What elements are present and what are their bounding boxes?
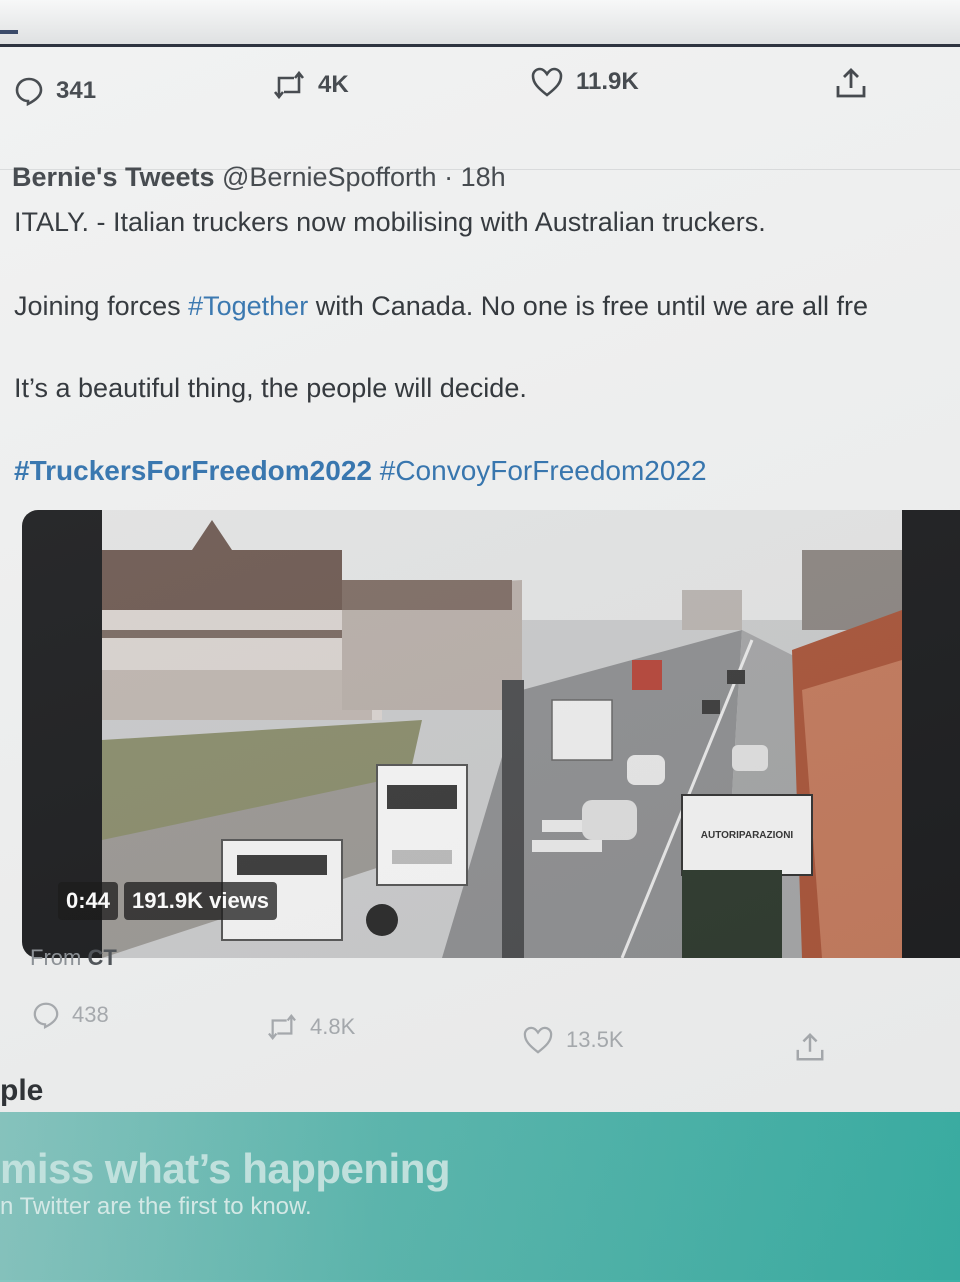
- like-icon: [523, 1026, 553, 1054]
- share-icon: [836, 68, 866, 98]
- reply-count: 438: [72, 1002, 109, 1027]
- author-handle[interactable]: @BernieSpofforth: [222, 162, 437, 192]
- tweet-text-line-3: It’s a beautiful thing, the people will …: [14, 373, 527, 403]
- like-button[interactable]: 13.5K: [522, 1025, 624, 1055]
- like-count: 13.5K: [566, 1027, 624, 1052]
- from-source[interactable]: CT: [87, 945, 116, 970]
- like-count: 11.9K: [576, 68, 639, 95]
- tweet-time[interactable]: 18h: [461, 162, 506, 192]
- reply-button[interactable]: 438: [32, 1001, 109, 1029]
- retweet-button[interactable]: 4.8K: [266, 1013, 355, 1041]
- retweet-button[interactable]: 4K: [272, 70, 349, 100]
- share-button[interactable]: [834, 66, 868, 100]
- share-button[interactable]: [794, 1031, 826, 1063]
- reply-count: 341: [56, 77, 97, 104]
- reply-icon: [15, 77, 43, 106]
- reply-icon: [33, 1002, 59, 1029]
- retweet-icon: [268, 1014, 296, 1040]
- retweet-count: 4.8K: [310, 1014, 356, 1039]
- banner-subtitle: n Twitter are the first to know.: [0, 1193, 312, 1220]
- from-label: From: [30, 945, 82, 970]
- line2-suffix: with Canada. No one is free until we are…: [308, 291, 868, 321]
- section-heading-fragment: ple: [0, 1074, 44, 1107]
- truck-middle: [376, 764, 468, 886]
- line2-prefix: Joining forces: [14, 291, 189, 321]
- like-icon: [531, 67, 563, 97]
- video-player[interactable]: AUTORIPARAZIONI 0:44 191.9K views: [22, 510, 960, 958]
- share-icon: [796, 1033, 824, 1061]
- video-duration: 0:44: [58, 882, 119, 920]
- monitor-bezel: [0, 0, 960, 47]
- like-button[interactable]: 11.9K: [530, 66, 639, 98]
- banner-title: miss what’s happening: [0, 1145, 451, 1192]
- tweet-hashtags: #TruckersForFreedom2022 #ConvoyForFreedo…: [14, 455, 707, 487]
- hashtag-truckers[interactable]: #TruckersForFreedom2022: [14, 455, 372, 486]
- tweet-text-line-2: Joining forces #Together with Canada. No…: [14, 291, 868, 322]
- reply-button[interactable]: 341: [14, 76, 96, 106]
- hashtag-together[interactable]: #Together: [188, 291, 308, 321]
- author-name[interactable]: Bernie's Tweets: [12, 162, 215, 192]
- meta-separator: ·: [444, 162, 454, 192]
- video-meta: 0:44 191.9K views: [58, 882, 278, 920]
- retweet-count: 4K: [318, 71, 349, 98]
- tweet-header: Bernie's Tweets @BernieSpofforth · 18h: [12, 162, 506, 193]
- video-views: 191.9K views: [124, 882, 278, 920]
- video-attribution: From CT: [30, 945, 117, 971]
- tweet-text-line-1: ITALY. - Italian truckers now mobilising…: [14, 207, 766, 237]
- bezel-mark: [0, 30, 18, 34]
- shop-sign-text: AUTORIPARAZIONI: [701, 830, 794, 841]
- retweet-icon: [273, 70, 305, 100]
- hashtag-convoy[interactable]: #ConvoyForFreedom2022: [380, 455, 707, 486]
- screen: 341 4K 11.9K Bernie's Tweets @BernieSpof…: [0, 47, 960, 1282]
- tweet-actions: 438 4.8K 13.5K: [0, 997, 960, 1061]
- previous-tweet-actions: 341 4K 11.9K: [0, 60, 960, 120]
